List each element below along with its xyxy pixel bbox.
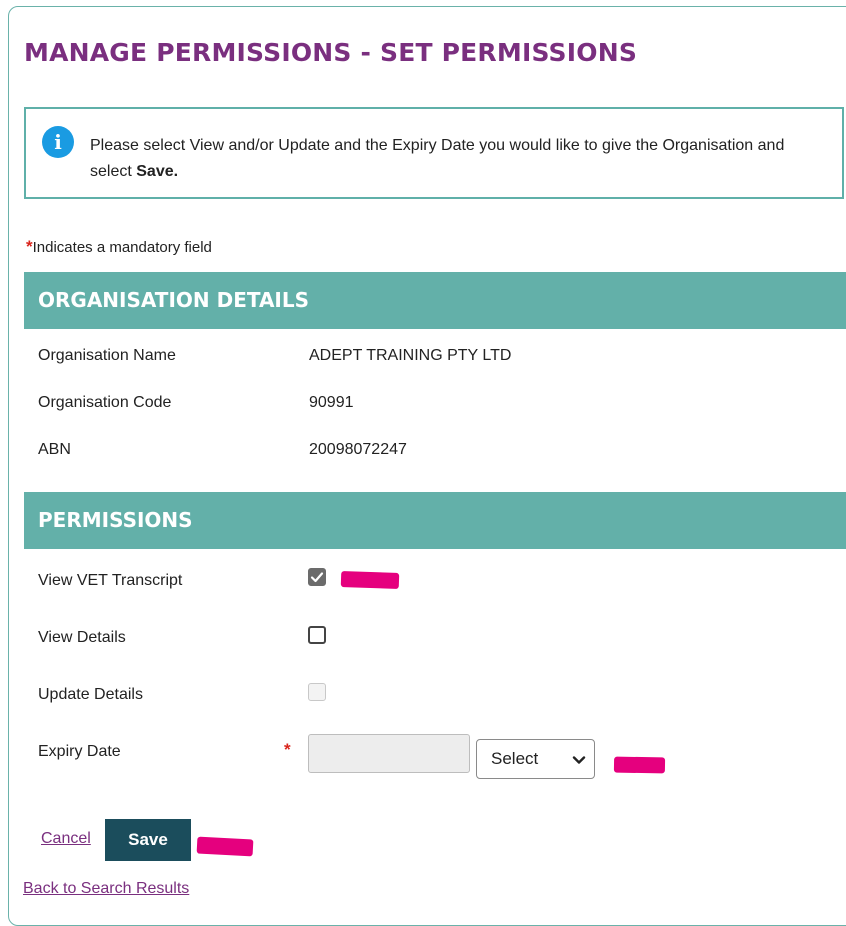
mandatory-note: *Indicates a mandatory field [26, 237, 212, 257]
expiry-date-label: Expiry Date [38, 743, 121, 760]
expiry-date-input[interactable] [308, 734, 470, 773]
chevron-down-icon [572, 756, 586, 764]
cancel-link[interactable]: Cancel [41, 830, 91, 848]
info-message-box: i Please select View and/or Update and t… [24, 107, 844, 199]
required-star-icon: * [26, 237, 33, 256]
organisation-details-header: ORGANISATION DETAILS [24, 272, 846, 329]
view-vet-transcript-checkbox[interactable] [308, 568, 326, 586]
organisation-name-label: Organisation Name [38, 347, 176, 364]
mandatory-note-text: Indicates a mandatory field [32, 239, 212, 256]
view-details-label: View Details [38, 629, 126, 646]
info-message: Please select View and/or Update and the… [90, 133, 830, 185]
abn-value: 20098072247 [309, 441, 407, 458]
view-vet-transcript-label: View VET Transcript [38, 572, 183, 589]
back-to-search-results-link[interactable]: Back to Search Results [23, 880, 189, 898]
page-title: MANAGE PERMISSIONS - SET PERMISSIONS [24, 38, 638, 67]
save-button[interactable]: Save [105, 819, 191, 861]
checkmark-icon [310, 572, 324, 583]
organisation-code-label: Organisation Code [38, 394, 172, 411]
annotation-highlight-mark [613, 756, 666, 774]
update-details-label: Update Details [38, 686, 143, 703]
abn-label: ABN [38, 441, 71, 458]
expiry-required-star-icon: * [284, 740, 291, 759]
expiry-date-select[interactable]: Select [476, 739, 595, 779]
info-icon: i [42, 126, 74, 158]
info-message-bold: Save. [136, 163, 179, 180]
expiry-date-select-value: Select [491, 749, 539, 768]
organisation-code-value: 90991 [309, 394, 354, 411]
permissions-header: PERMISSIONS [24, 492, 846, 549]
annotation-highlight-mark [196, 836, 254, 857]
view-details-checkbox[interactable] [308, 626, 326, 644]
organisation-name-value: ADEPT TRAINING PTY LTD [309, 347, 512, 364]
update-details-checkbox[interactable] [308, 683, 326, 701]
annotation-highlight-mark [340, 570, 400, 590]
info-message-text: Please select View and/or Update and the… [90, 137, 785, 180]
